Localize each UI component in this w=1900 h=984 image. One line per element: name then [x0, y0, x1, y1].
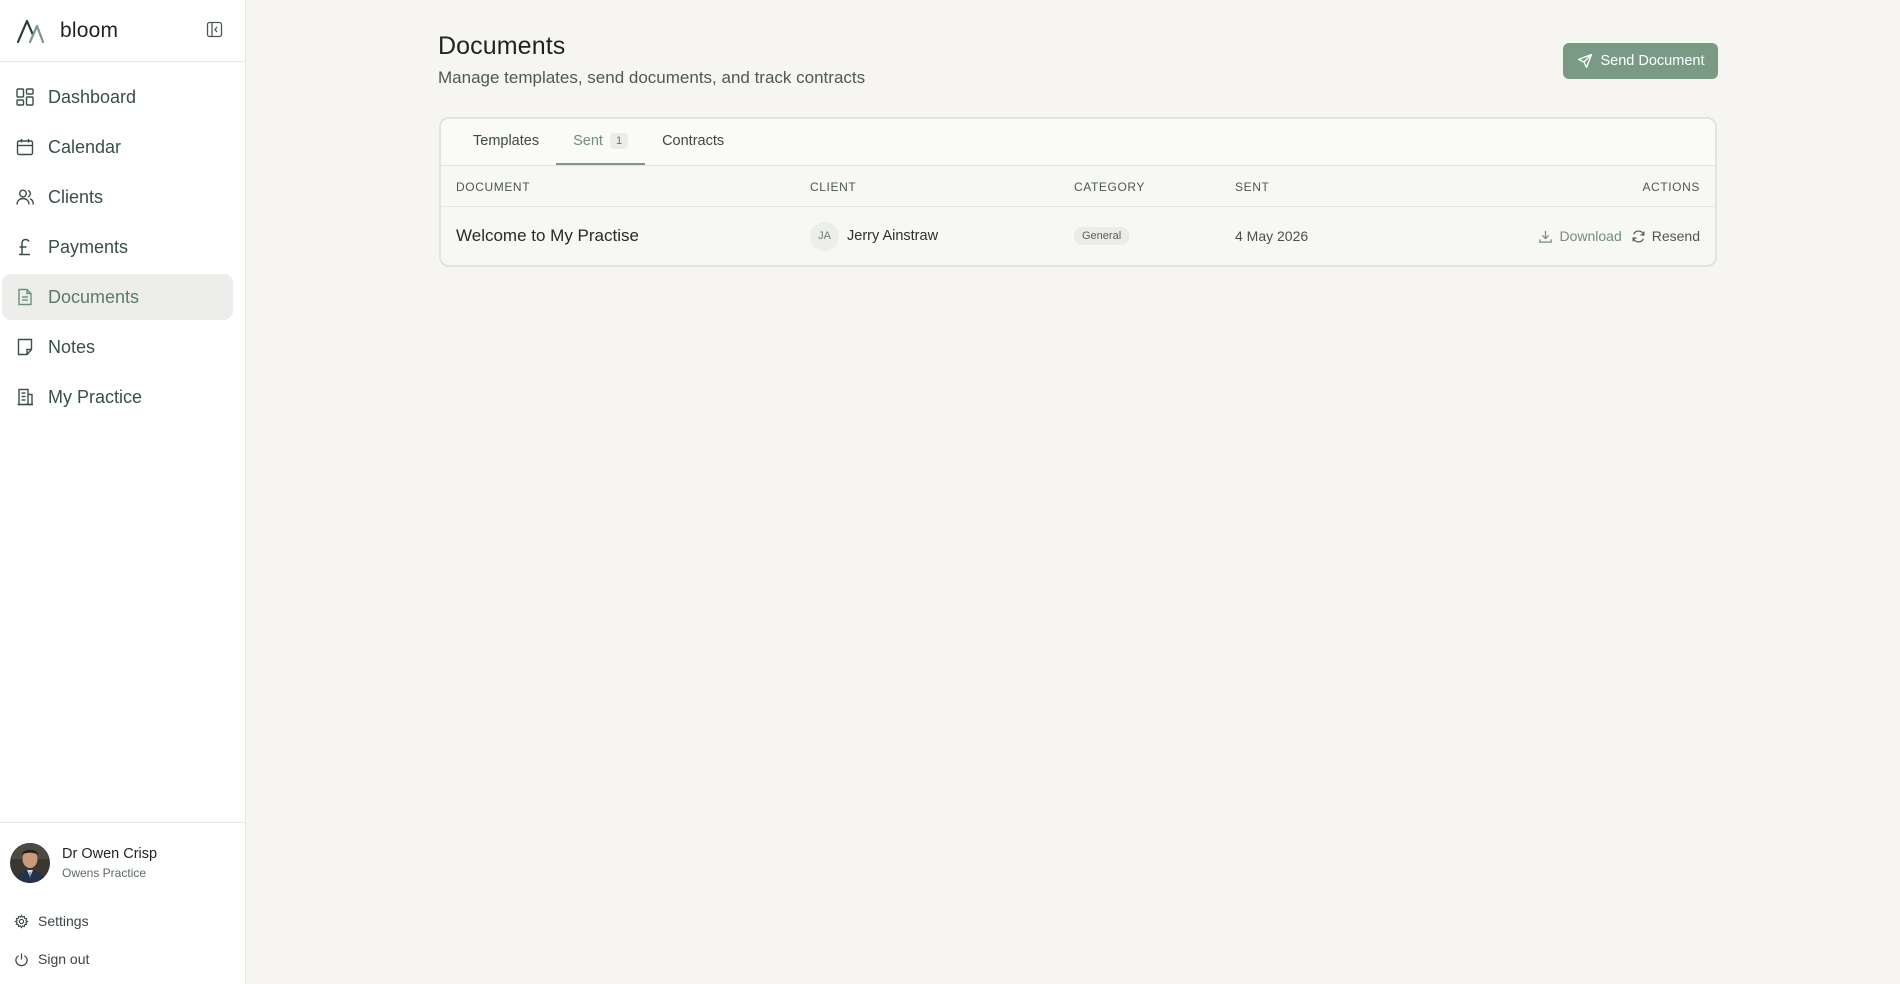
client-avatar: JA	[810, 221, 839, 251]
download-label: Download	[1559, 228, 1622, 244]
user-profile[interactable]: Dr Owen Crisp Owens Practice	[10, 843, 245, 883]
document-icon	[18, 288, 32, 306]
tab-label: Templates	[473, 133, 540, 149]
sidebar-item-label: Notes	[48, 336, 96, 357]
document-name: Welcome to My Practise	[456, 226, 639, 245]
calendar-icon	[16, 139, 34, 156]
sidebar-item-dashboard[interactable]: Dashboard	[2, 74, 233, 120]
page-title: Documents	[438, 32, 566, 60]
dashboard-grid-icon	[16, 88, 34, 106]
brand-name: bloom	[60, 18, 119, 42]
tab-label: Contracts	[662, 133, 725, 149]
sidebar-item-label: Calendar	[48, 136, 122, 157]
user-practice: Owens Practice	[62, 866, 147, 880]
column-header-sent: SENT	[1235, 180, 1270, 194]
sidebar: bloom Dashboard Calendar Clients Payment…	[0, 0, 246, 984]
sidebar-item-calendar[interactable]: Calendar	[2, 124, 233, 170]
category-badge: General	[1074, 227, 1130, 245]
bloom-logo-icon	[16, 19, 44, 43]
users-icon	[16, 189, 34, 205]
settings-label: Settings	[38, 913, 89, 929]
collapse-sidebar-icon[interactable]	[206, 21, 223, 38]
sidebar-item-notes[interactable]: Notes	[2, 324, 233, 370]
column-header-actions: ACTIONS	[1642, 180, 1700, 194]
building-icon	[17, 388, 33, 406]
pound-icon	[19, 238, 30, 256]
sign-out-label: Sign out	[38, 951, 90, 967]
document-tabs: Templates Sent 1 Contracts	[441, 119, 1715, 166]
table-header: DOCUMENT CLIENT CATEGORY SENT ACTIONS	[441, 166, 1715, 207]
tab-contracts[interactable]: Contracts	[645, 119, 741, 165]
tab-label: Sent	[573, 133, 603, 149]
client-cell: JA Jerry Ainstraw	[810, 207, 938, 265]
brand-header: bloom	[0, 0, 245, 62]
refresh-icon	[1632, 229, 1645, 243]
settings-link[interactable]: Settings	[10, 913, 245, 929]
sidebar-item-label: Clients	[48, 186, 104, 207]
page-subtitle: Manage templates, send documents, and tr…	[438, 68, 866, 87]
column-header-category: CATEGORY	[1074, 180, 1146, 194]
sidebar-item-clients[interactable]: Clients	[2, 174, 233, 220]
resend-label: Resend	[1651, 228, 1700, 244]
sidebar-item-label: Dashboard	[48, 86, 137, 107]
sidebar-item-label: My Practice	[48, 386, 143, 407]
table-row: Welcome to My Practise JA Jerry Ainstraw…	[441, 207, 1715, 265]
tab-sent[interactable]: Sent 1	[556, 119, 646, 165]
sidebar-item-label: Documents	[48, 286, 140, 307]
tab-templates[interactable]: Templates	[456, 119, 556, 165]
note-icon	[17, 338, 33, 356]
sent-count-badge: 1	[609, 133, 629, 149]
download-button[interactable]: Download	[1538, 228, 1622, 244]
power-icon	[15, 952, 28, 966]
user-panel: Dr Owen Crisp Owens Practice Settings Si…	[0, 822, 245, 984]
row-actions: Download Resend	[1538, 207, 1700, 265]
client-name: Jerry Ainstraw	[847, 228, 939, 244]
column-header-client: CLIENT	[810, 180, 857, 194]
sidebar-item-label: Payments	[48, 236, 129, 257]
user-name: Dr Owen Crisp	[62, 846, 158, 862]
send-document-button[interactable]: Send Document	[1563, 43, 1718, 79]
sent-date: 4 May 2026	[1235, 228, 1309, 244]
documents-card: Templates Sent 1 Contracts DOCUMENT CLIE…	[439, 117, 1717, 267]
column-header-document: DOCUMENT	[456, 180, 531, 194]
sidebar-item-my-practice[interactable]: My Practice	[2, 374, 233, 420]
resend-button[interactable]: Resend	[1631, 228, 1700, 244]
sidebar-item-documents[interactable]: Documents	[2, 274, 233, 320]
avatar	[10, 843, 50, 883]
gear-icon	[14, 913, 29, 929]
sidebar-nav: Dashboard Calendar Clients Payments Docu…	[0, 62, 245, 420]
download-icon	[1539, 230, 1553, 243]
sidebar-item-payments[interactable]: Payments	[2, 224, 233, 270]
sign-out-link[interactable]: Sign out	[10, 951, 245, 967]
send-icon	[1577, 53, 1592, 69]
send-document-label: Send Document	[1600, 53, 1705, 69]
